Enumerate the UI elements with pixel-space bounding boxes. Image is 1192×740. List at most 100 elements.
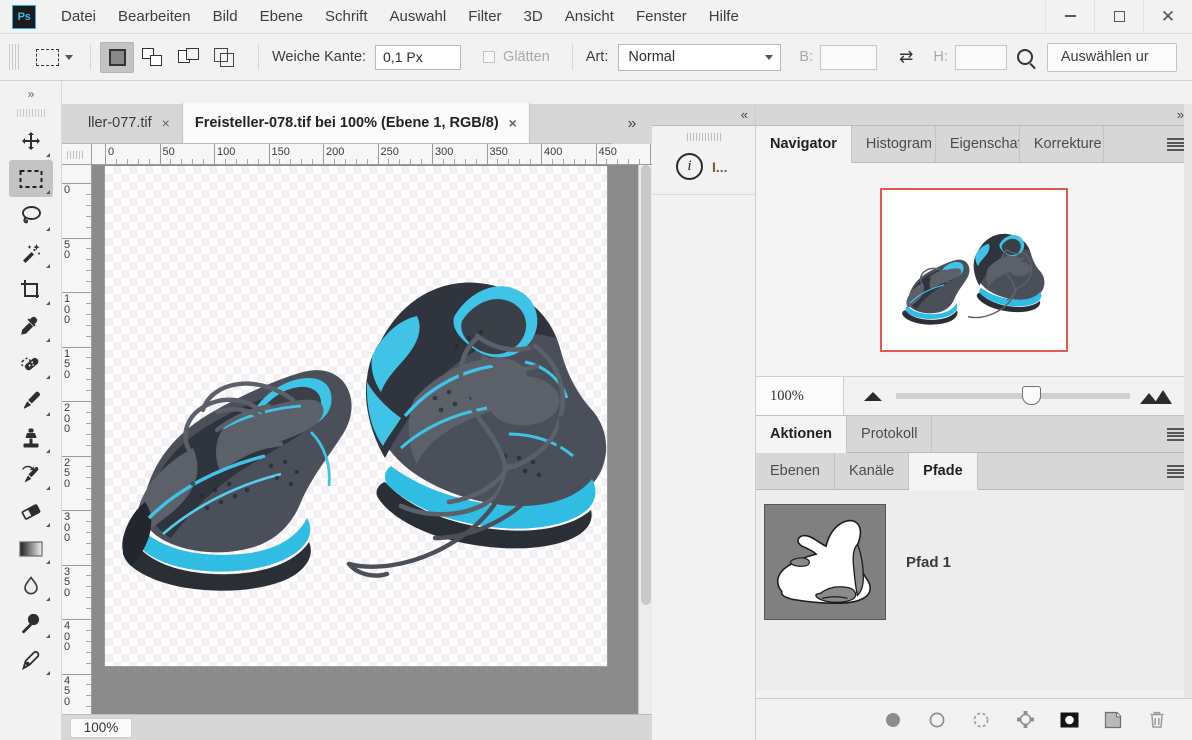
load-path-as-selection-icon[interactable] <box>970 709 992 731</box>
navigator-zoom-slider[interactable] <box>896 393 1130 399</box>
eraser-tool[interactable] <box>9 493 53 530</box>
document-tab-freisteller-077[interactable]: ller-077.tif × <box>76 103 183 143</box>
navigator-zoom-input[interactable]: 100% <box>756 377 844 415</box>
swap-arrows-icon[interactable]: ⇄ <box>895 47 917 67</box>
make-work-path-from-selection-icon[interactable] <box>1014 709 1036 731</box>
pen-tool[interactable] <box>9 641 53 678</box>
crop-tool[interactable] <box>9 271 53 308</box>
feather-input[interactable]: 0,1 Px <box>375 45 461 70</box>
options-bar-grip[interactable] <box>9 44 20 70</box>
close-icon[interactable]: × <box>162 115 170 131</box>
ruler-minor-tick <box>86 281 91 282</box>
fill-path-with-foreground-icon[interactable] <box>882 709 904 731</box>
menu-item-datei[interactable]: Datei <box>50 3 107 30</box>
search-icon[interactable] <box>1017 49 1033 65</box>
ruler-minor-tick <box>86 259 91 260</box>
gradient-tool[interactable] <box>9 530 53 567</box>
height-input[interactable] <box>955 45 1007 70</box>
tab-kanaele[interactable]: Kanäle <box>835 453 909 489</box>
tab-korrekturen[interactable]: Korrekture <box>1020 126 1104 162</box>
lasso-tool[interactable] <box>9 197 53 234</box>
options-bar: Weiche Kante: 0,1 Px Glätten Art: Normal… <box>0 34 1192 81</box>
panel-menu-bars <box>1167 427 1184 443</box>
large-mountain-icon[interactable] <box>1140 388 1176 404</box>
canvas-viewport[interactable] <box>93 166 630 712</box>
tools-expand-button[interactable]: » <box>0 81 61 107</box>
menu-item-ansicht[interactable]: Ansicht <box>554 3 625 30</box>
shoes-image <box>105 166 607 666</box>
move-tool[interactable] <box>9 123 53 160</box>
menu-item-auswahl[interactable]: Auswahl <box>379 3 458 30</box>
menu-item-bild[interactable]: Bild <box>202 3 249 30</box>
tab-pfade[interactable]: Pfade <box>909 453 978 490</box>
path-list-item[interactable]: Pfad 1 <box>764 504 1192 620</box>
image-canvas[interactable] <box>105 166 607 666</box>
info-panel-button[interactable]: i I... <box>652 143 755 195</box>
tab-aktionen[interactable]: Aktionen <box>756 416 847 453</box>
canvas-vertical-scrollbar[interactable] <box>638 165 652 726</box>
ruler-minor-tick <box>86 390 91 391</box>
tool-preset-picker[interactable] <box>28 49 81 66</box>
status-zoom-level[interactable]: 100% <box>70 718 132 738</box>
tab-histogramm[interactable]: Histogram <box>852 126 936 162</box>
ruler-origin-corner[interactable] <box>62 144 92 165</box>
vertical-ruler[interactable]: 05 01 0 01 5 02 0 02 5 03 0 03 5 04 0 04… <box>62 165 92 740</box>
menu-item-filter[interactable]: Filter <box>457 3 512 30</box>
delete-path-icon[interactable] <box>1146 709 1168 731</box>
menu-item-schrift[interactable]: Schrift <box>314 3 379 30</box>
add-to-selection-button[interactable] <box>136 42 170 73</box>
clone-stamp-tool[interactable] <box>9 419 53 456</box>
tab-protokoll[interactable]: Protokoll <box>847 416 932 452</box>
close-icon[interactable]: × <box>509 115 517 131</box>
style-select[interactable]: Normal <box>618 44 781 71</box>
quick-selection-tool[interactable] <box>9 234 53 271</box>
create-new-path-icon[interactable] <box>1102 709 1124 731</box>
ruler-minor-tick <box>454 159 455 164</box>
tab-ebenen[interactable]: Ebenen <box>756 453 835 489</box>
maximize-button[interactable] <box>1094 0 1143 32</box>
tab-navigator[interactable]: Navigator <box>756 126 852 163</box>
new-selection-button[interactable] <box>100 42 134 73</box>
horizontal-ruler[interactable]: 05010015020025030035040045050 <box>92 144 652 165</box>
close-button[interactable]: ✕ <box>1143 0 1192 32</box>
path-thumbnail[interactable] <box>764 504 886 620</box>
navigator-preview[interactable] <box>756 163 1192 376</box>
history-brush-tool[interactable] <box>9 456 53 493</box>
dodge-tool[interactable] <box>9 604 53 641</box>
width-input[interactable] <box>820 45 877 70</box>
dock-expand-button[interactable]: » <box>756 104 1192 126</box>
slider-thumb[interactable] <box>1022 386 1041 405</box>
minimize-icon <box>1065 15 1076 17</box>
subtract-from-selection-button[interactable] <box>172 42 206 73</box>
document-tab-freisteller-078[interactable]: Freisteller-078.tif bei 100% (Ebene 1, R… <box>183 103 530 143</box>
small-mountain-icon[interactable] <box>864 392 882 401</box>
menu-item-hilfe[interactable]: Hilfe <box>698 3 750 30</box>
collapse-dock-button[interactable]: « <box>652 104 755 126</box>
ruler-label: 150 <box>272 146 290 158</box>
navigator-thumbnail[interactable] <box>880 188 1068 352</box>
menu-item-bearbeiten[interactable]: Bearbeiten <box>107 3 202 30</box>
minimize-button[interactable] <box>1045 0 1094 32</box>
eyedropper-tool[interactable] <box>9 308 53 345</box>
paths-panel-scroll-gutter[interactable] <box>1184 104 1192 698</box>
panel-grip[interactable] <box>687 133 721 141</box>
rectangular-marquee-tool[interactable] <box>9 160 53 197</box>
tools-panel-grip[interactable] <box>17 109 45 117</box>
scrollbar-thumb[interactable] <box>641 165 651 605</box>
ruler-minor-tick <box>86 684 91 685</box>
intersect-selection-button[interactable] <box>208 42 242 73</box>
blur-tool[interactable] <box>9 567 53 604</box>
antialias-checkbox[interactable] <box>483 51 495 63</box>
menu-item-3d[interactable]: 3D <box>513 3 554 30</box>
spot-healing-brush-tool[interactable] <box>9 345 53 382</box>
stroke-path-with-brush-icon[interactable] <box>926 709 948 731</box>
menu-item-ebene[interactable]: Ebene <box>249 3 314 30</box>
tab-eigenschaften[interactable]: Eigenschaf <box>936 126 1020 162</box>
menu-item-fenster[interactable]: Fenster <box>625 3 698 30</box>
ruler-minor-tick <box>192 159 193 164</box>
refine-edge-button[interactable]: Auswählen ur <box>1047 43 1177 72</box>
add-layer-mask-icon[interactable] <box>1058 709 1080 731</box>
document-tabs-overflow-button[interactable]: » <box>612 104 652 144</box>
ruler-label: 2 5 0 <box>64 458 75 490</box>
brush-tool[interactable] <box>9 382 53 419</box>
